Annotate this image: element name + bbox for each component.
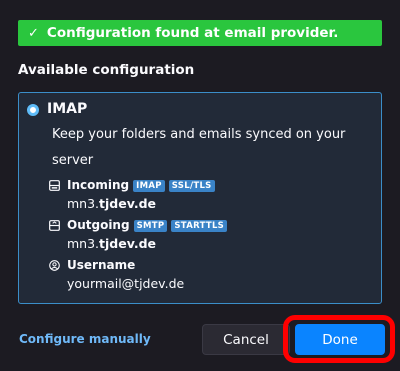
outgoing-row: Outgoing SMTP STARTTLS	[67, 218, 228, 232]
outgoing-server-icon	[49, 220, 60, 231]
cancel-button[interactable]: Cancel	[202, 324, 290, 355]
imap-radio-button[interactable]	[27, 104, 39, 116]
incoming-host: mn3.tjdev.de	[67, 196, 156, 211]
outgoing-host-domain: tjdev.de	[99, 236, 157, 251]
protocol-description: Keep your folders and emails synced on y…	[52, 127, 346, 168]
incoming-host-domain: tjdev.de	[99, 196, 157, 211]
section-title: Available configuration	[18, 62, 195, 78]
outgoing-host-prefix: mn3.	[67, 236, 100, 251]
incoming-label: Incoming	[67, 178, 130, 192]
incoming-security-tag: SSL/TLS	[168, 180, 215, 192]
username-label: Username	[67, 258, 136, 272]
protocol-title: IMAP	[47, 101, 88, 117]
incoming-server-icon	[49, 180, 60, 191]
outgoing-protocol-tag: SMTP	[133, 220, 168, 232]
imap-config-option[interactable]: IMAP Keep your folders and emails synced…	[18, 92, 382, 304]
configure-manually-link[interactable]: Configure manually	[19, 332, 151, 346]
username-value: yourmail@tjdev.de	[67, 276, 185, 291]
outgoing-security-tag: STARTTLS	[171, 220, 228, 232]
outgoing-host: mn3.tjdev.de	[67, 236, 156, 251]
incoming-row: Incoming IMAP SSL/TLS	[67, 178, 215, 192]
user-icon	[49, 260, 60, 271]
outgoing-label: Outgoing	[67, 218, 130, 232]
incoming-protocol-tag: IMAP	[133, 180, 165, 192]
check-icon: ✓	[28, 25, 39, 41]
banner-text: Configuration found at email provider.	[46, 25, 339, 41]
incoming-host-prefix: mn3.	[67, 196, 100, 211]
done-button[interactable]: Done	[295, 324, 385, 355]
success-banner: ✓ Configuration found at email provider.	[18, 20, 382, 46]
